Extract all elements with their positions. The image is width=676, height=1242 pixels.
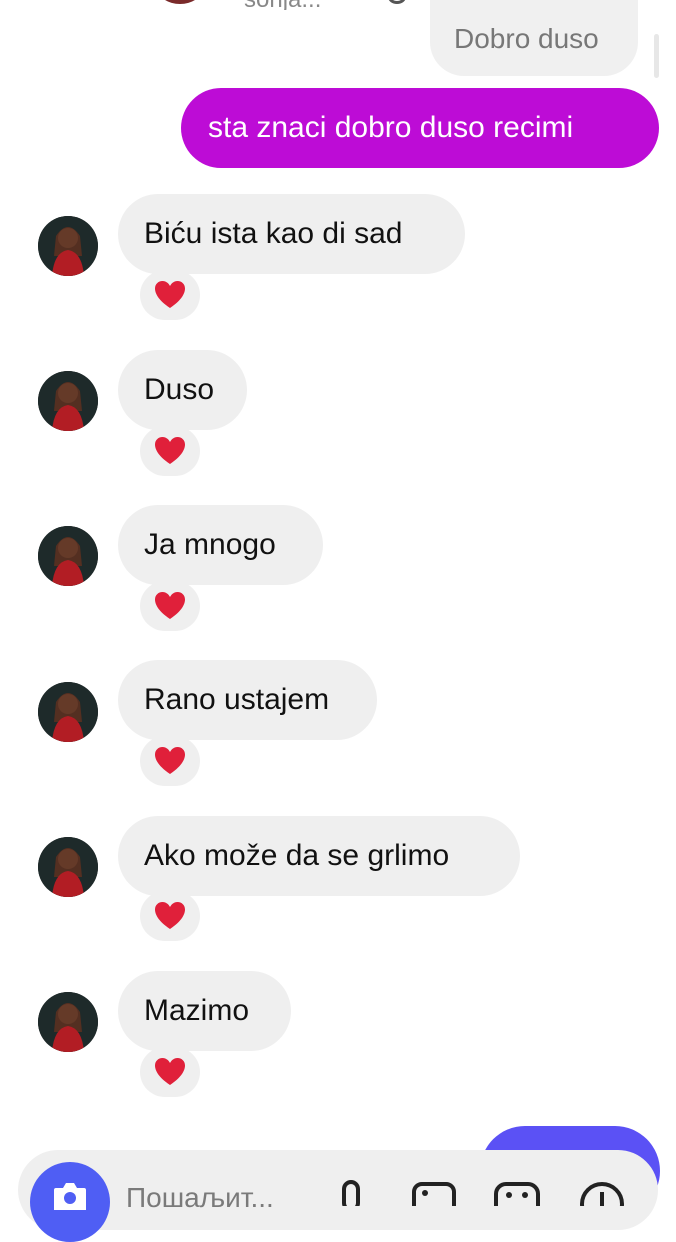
header-avatar[interactable] — [158, 0, 202, 4]
avatar[interactable] — [38, 526, 98, 586]
header-status-icon — [388, 0, 406, 4]
heart-reaction-icon[interactable] — [140, 891, 200, 941]
message-input[interactable]: Пошаљит... — [126, 1182, 274, 1214]
heart-reaction-icon[interactable] — [140, 1047, 200, 1097]
camera-icon — [54, 1183, 86, 1210]
avatar[interactable] — [38, 837, 98, 897]
add-icon[interactable] — [576, 1176, 628, 1206]
heart-reaction-icon[interactable] — [140, 736, 200, 786]
message-sent[interactable]: sta znaci dobro duso recimi — [181, 88, 659, 168]
message-received[interactable]: Mazimo — [118, 971, 291, 1051]
scrollbar[interactable] — [654, 34, 659, 78]
header-contact-name[interactable]: sonja... — [244, 0, 321, 10]
microphone-icon[interactable] — [332, 1176, 370, 1206]
avatar[interactable] — [38, 216, 98, 276]
message-received[interactable]: Biću ista kao di sad — [118, 194, 465, 274]
heart-reaction-icon[interactable] — [140, 270, 200, 320]
avatar[interactable] — [38, 682, 98, 742]
message-previous[interactable]: Dobro duso — [430, 0, 638, 76]
message-received[interactable]: Ja mnogo — [118, 505, 323, 585]
heart-reaction-icon[interactable] — [140, 426, 200, 476]
avatar[interactable] — [38, 992, 98, 1052]
avatar[interactable] — [38, 371, 98, 431]
message-received[interactable]: Rano ustajem — [118, 660, 377, 740]
message-received[interactable]: Duso — [118, 350, 247, 430]
heart-reaction-icon[interactable] — [140, 581, 200, 631]
message-received[interactable]: Ako može da se grlimo — [118, 816, 520, 896]
gallery-icon[interactable] — [410, 1176, 458, 1206]
sticker-icon[interactable] — [492, 1176, 542, 1206]
